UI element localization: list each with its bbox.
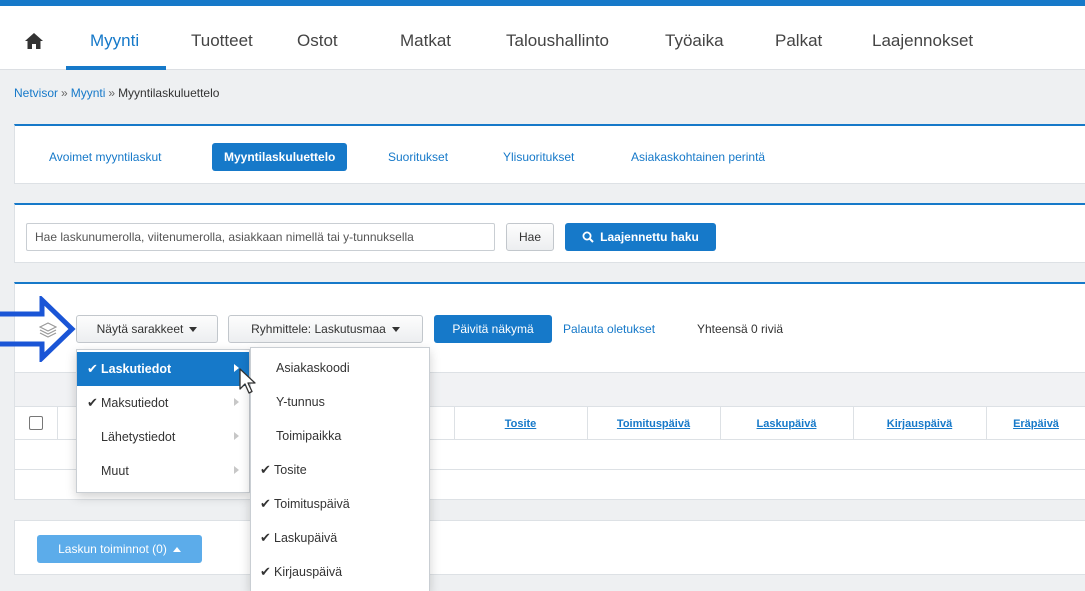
column-header-tosite[interactable]: Tosite <box>454 407 587 441</box>
check-icon: ✔ <box>260 462 271 477</box>
menu-item-maksutiedot[interactable]: ✔ Maksutiedot <box>77 386 249 420</box>
chevron-down-icon <box>189 326 198 332</box>
submenu-item-toimipaikka[interactable]: Toimipaikka <box>251 419 429 453</box>
check-icon: ✔ <box>260 530 271 545</box>
column-header-kirjauspaiva[interactable]: Kirjauspäivä <box>853 407 986 441</box>
invoice-actions-label: Laskun toiminnot (0) <box>58 542 167 556</box>
column-header-erapaiva[interactable]: Eräpäivä <box>986 407 1085 441</box>
search-icon <box>582 231 594 243</box>
submenu-item-label: Y-tunnus <box>276 395 325 409</box>
submenu-item-label: Kirjauspäivä <box>274 565 343 579</box>
group-by-button[interactable]: Ryhmittele: Laskutusmaa <box>228 315 423 343</box>
check-icon: ✔ <box>260 496 271 511</box>
submenu-item-label: Asiakaskoodi <box>276 361 350 375</box>
caret-up-icon <box>172 546 181 552</box>
search-panel: Hae Laajennettu haku <box>14 203 1085 263</box>
column-header-toimituspaiva[interactable]: Toimituspäivä <box>587 407 720 441</box>
nav-tyoaika[interactable]: Työaika <box>665 31 724 51</box>
chevron-down-icon <box>391 326 400 332</box>
breadcrumb-separator: » <box>61 86 68 100</box>
home-icon[interactable] <box>24 32 44 50</box>
nav-laajennokset[interactable]: Laajennokset <box>872 31 973 51</box>
nav-matkat[interactable]: Matkat <box>400 31 451 51</box>
nav-myynti[interactable]: Myynti <box>90 31 139 51</box>
menu-item-label: Maksutiedot <box>101 396 169 410</box>
tab-asiakaskohtainen-perinta[interactable]: Asiakaskohtainen perintä <box>631 150 765 164</box>
submenu-item-y-tunnus[interactable]: Y-tunnus <box>251 385 429 419</box>
row-count: Yhteensä 0 riviä <box>697 322 784 336</box>
nav-taloushallinto[interactable]: Taloushallinto <box>506 31 609 51</box>
breadcrumb-current: Myyntilaskuluettelo <box>118 86 220 100</box>
breadcrumb-netvisor[interactable]: Netvisor <box>14 86 58 100</box>
submenu-item-label: Laskupäivä <box>274 531 338 545</box>
chevron-right-icon <box>234 466 239 474</box>
refresh-view-button[interactable]: Päivitä näkymä <box>434 315 552 343</box>
menu-item-lahetystiedot[interactable]: Lähetystiedot <box>77 420 249 454</box>
show-columns-menu: ✔ Laskutiedot ✔ Maksutiedot Lähetystiedo… <box>76 349 250 493</box>
menu-item-muut[interactable]: Muut <box>77 454 249 488</box>
nav-palkat[interactable]: Palkat <box>775 31 822 51</box>
reset-defaults-link[interactable]: Palauta oletukset <box>563 322 655 336</box>
breadcrumb-myynti[interactable]: Myynti <box>71 86 106 100</box>
breadcrumb-separator: » <box>108 86 116 100</box>
check-icon: ✔ <box>87 361 98 376</box>
submenu-item-toimituspaiva[interactable]: ✔ Toimituspäivä <box>251 487 429 521</box>
chevron-right-icon <box>234 432 239 440</box>
show-columns-label: Näytä sarakkeet <box>96 322 184 336</box>
submenu-item-asiakaskoodi[interactable]: Asiakaskoodi <box>251 351 429 385</box>
tab-myyntilaskuluettelo[interactable]: Myyntilaskuluettelo <box>212 143 348 171</box>
show-columns-button[interactable]: Näytä sarakkeet <box>76 315 218 343</box>
tab-suoritukset[interactable]: Suoritukset <box>388 150 448 164</box>
advanced-search-button[interactable]: Laajennettu haku <box>565 223 716 251</box>
check-icon: ✔ <box>260 564 271 579</box>
main-navigation: Myynti Tuotteet Ostot Matkat Taloushalli… <box>0 6 1085 70</box>
invoice-actions-button[interactable]: Laskun toiminnot (0) <box>37 535 202 563</box>
submenu-item-label: Toimipaikka <box>276 429 342 443</box>
columns-submenu: Asiakaskoodi Y-tunnus Toimipaikka ✔ Tosi… <box>250 347 430 591</box>
menu-item-laskutiedot[interactable]: ✔ Laskutiedot <box>77 352 249 386</box>
tab-ylisuoritukset[interactable]: Ylisuoritukset <box>503 150 574 164</box>
mouse-cursor-icon <box>239 368 256 394</box>
submenu-item-label: Tosite <box>274 463 307 477</box>
nav-tuotteet[interactable]: Tuotteet <box>191 31 253 51</box>
breadcrumb: Netvisor» Myynti» Myyntilaskuluettelo <box>14 86 219 100</box>
advanced-search-label: Laajennettu haku <box>600 230 699 244</box>
check-icon: ✔ <box>87 395 98 410</box>
submenu-item-laskupaiva[interactable]: ✔ Laskupäivä <box>251 521 429 555</box>
nav-ostot[interactable]: Ostot <box>297 31 338 51</box>
column-divider <box>57 407 58 441</box>
submenu-item-label: Toimituspäivä <box>274 497 350 511</box>
select-all-checkbox[interactable] <box>29 416 43 430</box>
active-nav-indicator <box>66 66 166 70</box>
menu-item-label: Lähetystiedot <box>101 430 176 444</box>
search-button[interactable]: Hae <box>506 223 554 251</box>
chevron-right-icon <box>234 398 239 406</box>
menu-item-label: Laskutiedot <box>101 362 172 376</box>
submenu-item-tosite[interactable]: ✔ Tosite <box>251 453 429 487</box>
actions-panel: Laskun toiminnot (0) <box>14 520 1085 575</box>
tab-avoimet-myyntilaskut[interactable]: Avoimet myyntilaskut <box>49 150 161 164</box>
menu-item-label: Muut <box>101 464 129 478</box>
group-by-label: Ryhmittele: Laskutusmaa <box>251 322 386 336</box>
subtabs-panel: Avoimet myyntilaskut Myyntilaskuluettelo… <box>14 124 1085 184</box>
submenu-item-kirjauspaiva[interactable]: ✔ Kirjauspäivä <box>251 555 429 589</box>
annotation-arrow-icon <box>0 296 76 362</box>
search-input[interactable] <box>26 223 495 251</box>
column-header-laskupaiva[interactable]: Laskupäivä <box>720 407 853 441</box>
